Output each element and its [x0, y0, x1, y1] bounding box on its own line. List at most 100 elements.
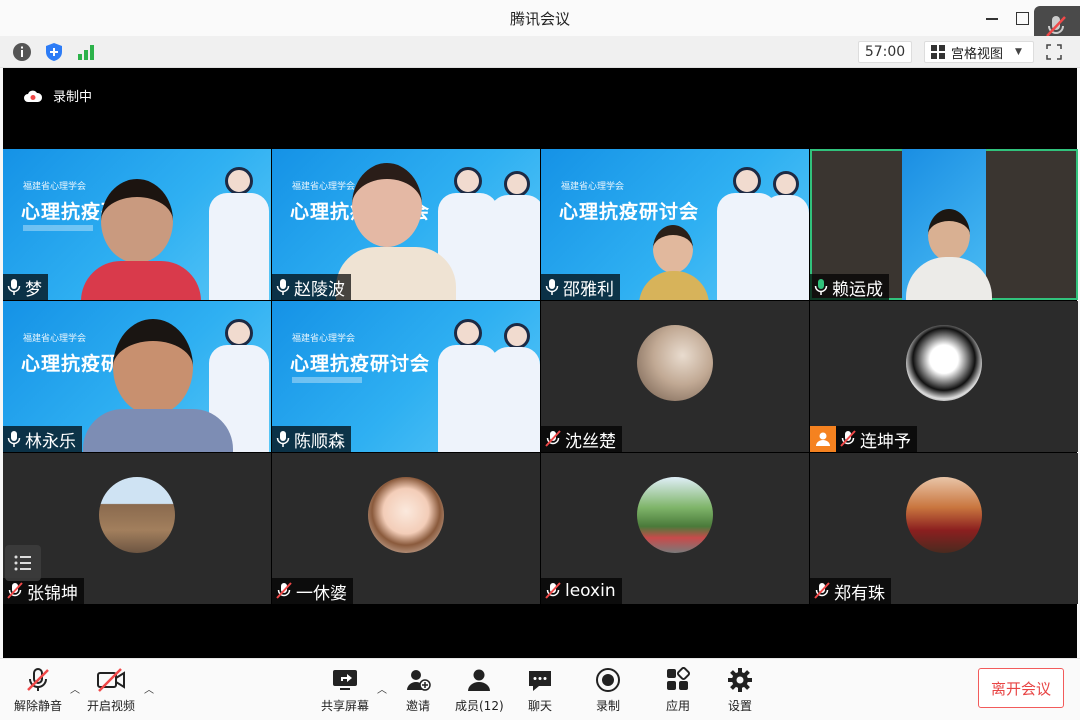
record-icon [596, 668, 620, 692]
mic-icon [276, 431, 290, 447]
apps-button[interactable]: 应用 [665, 667, 691, 714]
poster-subtitle [23, 225, 93, 233]
signal-icon[interactable] [76, 42, 96, 62]
minimize-icon[interactable] [982, 8, 1002, 28]
grid-view-button[interactable]: 宫格视图 ▼ [924, 41, 1034, 63]
avatar [637, 477, 713, 553]
participant-name: 沈丝楚 [565, 431, 616, 452]
participant-tile[interactable]: leoxin [541, 453, 809, 604]
participant-name-tag: 陈顺森 [272, 426, 351, 452]
avatar [99, 477, 175, 553]
participant-tile[interactable]: 福建省心理学会 心理抗疫研讨会 邵雅利 [541, 149, 809, 300]
chevron-up-icon[interactable]: ︿ [144, 681, 154, 696]
maximize-icon[interactable] [1012, 8, 1032, 28]
participant-name-tag: 赖运成 [810, 274, 889, 300]
participant-tile[interactable]: 张锦坤 [3, 453, 271, 604]
members-button[interactable]: 成员(12) [455, 667, 504, 714]
bottom-toolbar: 解除静音 ︿ 开启视频 ︿ 共享屏幕 ︿ 邀请 成员(12) 聊天 录制 应用 … [0, 658, 1080, 720]
participant-name-tag: leoxin [541, 578, 622, 604]
share-screen-label: 共享屏幕 [321, 699, 370, 713]
chevron-down-icon: ▼ [1015, 47, 1022, 57]
unmute-button[interactable]: 解除静音 [14, 667, 62, 714]
participant-tile[interactable]: 郑有珠 [810, 453, 1078, 604]
recording-label: 录制中 [53, 90, 93, 105]
poster-subtitle [292, 377, 362, 385]
poster-org: 福建省心理学会 [292, 334, 356, 344]
participant-name: 郑有珠 [834, 583, 885, 604]
meeting-timer: 57:00 [858, 41, 912, 63]
user-icon [810, 426, 836, 452]
participant-name-tag: 沈丝楚 [541, 426, 622, 452]
poster-org: 福建省心理学会 [23, 182, 87, 192]
chat-button[interactable]: 聊天 [527, 667, 553, 714]
video-stage: 录制中 福建省心理学会 心理抗疫研讨会 梦 福建省心理学会 赵陵波 福建省心理学… [3, 68, 1078, 658]
participant-name-tag: 一休婆 [272, 578, 353, 604]
mic-muted-icon [545, 430, 561, 447]
chevron-up-icon[interactable]: ︿ [377, 681, 387, 696]
mic-muted-icon [814, 582, 830, 599]
participant-name: 连坤予 [860, 431, 911, 452]
participant-tile[interactable]: 一休婆 [272, 453, 540, 604]
participant-name-tag: 张锦坤 [3, 578, 84, 604]
settings-button[interactable]: 设置 [727, 667, 753, 714]
apps-label: 应用 [665, 699, 690, 713]
info-icon[interactable] [12, 42, 32, 62]
avatar [368, 477, 444, 553]
participant-name: 一休婆 [296, 583, 347, 604]
unmute-label: 解除静音 [14, 699, 63, 713]
participant-tile[interactable]: 沈丝楚 [541, 301, 809, 452]
participant-tile[interactable]: 连坤予 [810, 301, 1078, 452]
avatar [637, 325, 713, 401]
invite-icon [407, 670, 431, 691]
participant-name-tag: 连坤予 [810, 426, 917, 452]
mic-muted-icon [27, 668, 49, 691]
mic-icon [276, 279, 290, 295]
members-icon [468, 669, 491, 691]
mic-muted-icon [7, 582, 23, 599]
participant-name: 张锦坤 [27, 583, 78, 604]
shield-icon[interactable] [44, 42, 64, 62]
invite-button[interactable]: 邀请 [405, 667, 431, 714]
chat-label: 聊天 [527, 699, 552, 713]
recording-badge: 录制中 [23, 86, 92, 105]
poster-org: 福建省心理学会 [23, 334, 87, 344]
avatar [906, 325, 982, 401]
participant-tile[interactable]: 福建省心理学会 心理抗疫研讨会 赵陵波 [272, 149, 540, 300]
avatar [906, 477, 982, 553]
participant-name-tag: 梦 [3, 274, 48, 300]
chevron-up-icon[interactable]: ︿ [70, 681, 80, 696]
meeting-window: 腾讯会议 57:00 宫格视图 ▼ 录制中 福建省心理学会 心理抗疫研讨会 梦 … [0, 0, 1080, 720]
mic-icon [7, 431, 21, 447]
status-bar [0, 36, 1080, 68]
leave-meeting-button[interactable]: 离开会议 [978, 668, 1064, 708]
grid-view-label: 宫格视图 [951, 46, 1004, 62]
settings-label: 设置 [727, 699, 752, 713]
participant-name-tag: 赵陵波 [272, 274, 351, 300]
grid-icon [931, 45, 945, 59]
start-video-button[interactable]: 开启视频 [87, 667, 135, 714]
participant-tile[interactable]: 福建省心理学会 心理抗疫研讨会 林永乐 [3, 301, 271, 452]
participant-tile[interactable]: 赖运成 [810, 149, 1078, 300]
poster-org: 福建省心理学会 [292, 182, 356, 192]
members-label: 成员(12) [455, 699, 504, 713]
chat-icon [529, 671, 551, 691]
participant-name: 赵陵波 [294, 279, 345, 300]
list-toggle-icon[interactable] [5, 545, 41, 581]
poster-org: 福建省心理学会 [561, 182, 625, 192]
window-title: 腾讯会议 [509, 9, 570, 28]
apps-icon [667, 667, 691, 690]
invite-label: 邀请 [405, 699, 430, 713]
share-screen-button[interactable]: 共享屏幕 [321, 667, 369, 714]
record-button[interactable]: 录制 [595, 667, 621, 714]
participant-tile[interactable]: 福建省心理学会 心理抗疫研讨会 陈顺森 [272, 301, 540, 452]
mic-muted-icon [276, 582, 292, 599]
participant-name-tag: 郑有珠 [810, 578, 891, 604]
participant-name: leoxin [565, 581, 616, 601]
poster-title: 心理抗疫研讨会 [290, 353, 431, 375]
mic-muted-icon [840, 430, 856, 447]
fullscreen-icon[interactable] [1046, 44, 1062, 60]
record-label: 录制 [595, 699, 620, 713]
participant-tile[interactable]: 福建省心理学会 心理抗疫研讨会 梦 [3, 149, 271, 300]
poster-title: 心理抗疫研讨会 [559, 201, 700, 223]
camera-off-icon [97, 668, 125, 692]
